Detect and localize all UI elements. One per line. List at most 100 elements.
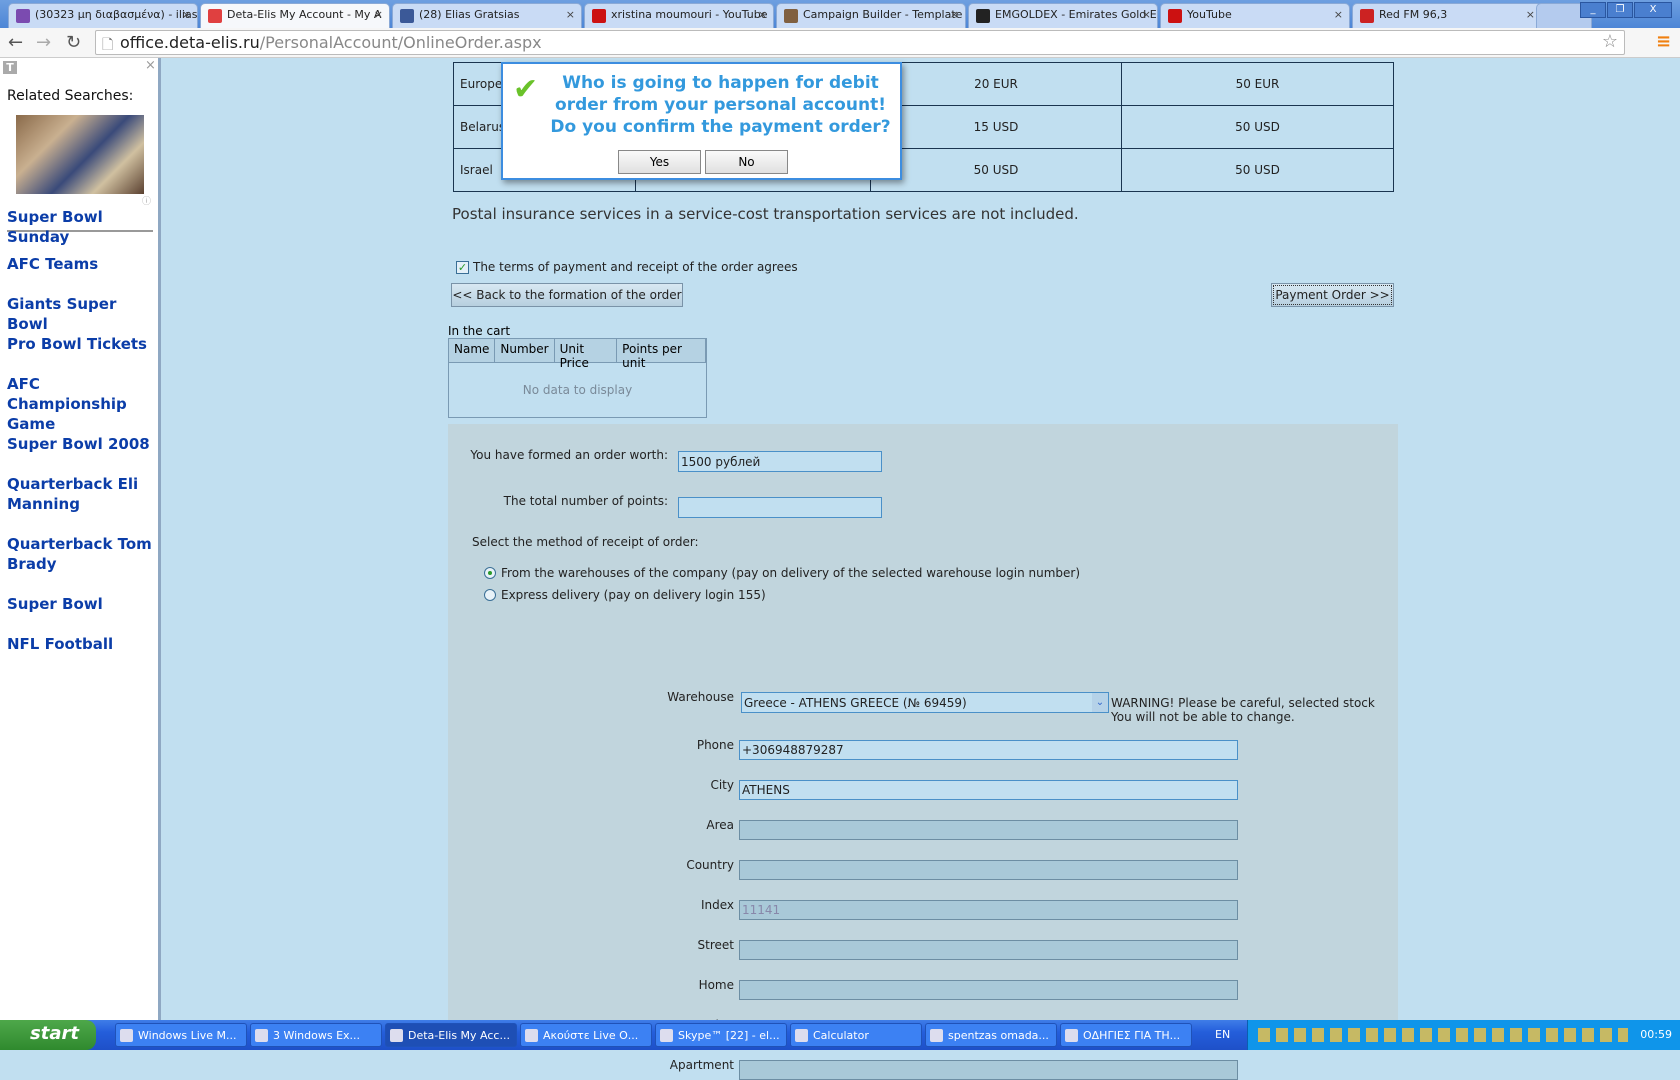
minimize-button[interactable]: _ — [1580, 2, 1606, 18]
field-input-home — [739, 980, 1238, 1000]
taskbar-item[interactable]: Ακούστε Live Ο... — [520, 1023, 652, 1047]
menu-icon[interactable]: ≡ — [1656, 31, 1671, 52]
cart-column-header[interactable]: Unit Price — [555, 339, 618, 370]
restore-button[interactable]: ❐ — [1607, 2, 1633, 18]
tab-5[interactable]: EMGOLDEX - Emirates Gold E × — [968, 3, 1158, 28]
chevron-down-icon[interactable]: ⌄ — [1092, 693, 1108, 712]
tab-title: EMGOLDEX - Emirates Gold E — [995, 8, 1157, 21]
sidebar-link[interactable]: Quarterback Eli Manning — [7, 474, 157, 514]
warehouse-select[interactable]: Greece - ATHENS GREECE (№ 69459) ⌄ — [741, 692, 1109, 713]
taskbar-item[interactable]: Deta-Elis My Acc... — [385, 1023, 517, 1047]
taskbar-app-icon — [660, 1029, 673, 1042]
cart-column-header[interactable]: Number — [495, 339, 555, 362]
tab-close-icon[interactable]: × — [1334, 8, 1343, 21]
tab-close-icon[interactable]: × — [182, 8, 191, 21]
checkmark-icon: ✔ — [513, 72, 539, 107]
cart-column-header[interactable]: Name — [449, 339, 496, 362]
tab-3[interactable]: xristina moumouri - YouTube × — [584, 3, 774, 28]
taskbar-item[interactable]: 3 Windows Ex... — [250, 1023, 382, 1047]
tab-strip: (30323 μη διαβασμένα) - ilias × Deta-Elis … — [0, 0, 1680, 28]
taskbar-item[interactable]: Windows Live M... — [115, 1023, 247, 1047]
taskbar-app-icon — [930, 1029, 943, 1042]
taskbar-item[interactable]: Skype™ [22] - el... — [655, 1023, 787, 1047]
sidebar-heading: Related Searches: — [7, 88, 134, 104]
language-indicator[interactable]: EN — [1215, 1028, 1230, 1041]
sidebar-link[interactable]: AFC Teams — [7, 254, 157, 274]
no-button[interactable]: No — [705, 150, 788, 174]
tab-7[interactable]: Red FM 96,3 × — [1352, 3, 1542, 28]
taskbar-item-label: ΟΔΗΓΙΕΣ ΓΙΑ ΤΗ... — [1083, 1029, 1181, 1042]
field-label-country: Country — [686, 858, 734, 872]
order-worth-label: You have formed an order worth: — [470, 448, 668, 462]
field-input-apartment — [739, 1060, 1238, 1080]
tab-close-icon[interactable]: × — [1526, 8, 1535, 21]
page-icon: 🗋 — [102, 37, 114, 53]
order-worth-input[interactable]: 1500 рублей — [678, 451, 882, 472]
field-input-area — [739, 820, 1238, 840]
tab-close-icon[interactable]: × — [950, 8, 959, 21]
radio-dot — [488, 571, 492, 575]
sidebar-link[interactable]: Super Bowl Sunday — [7, 207, 157, 247]
info-icon[interactable]: ⓘ — [142, 194, 151, 207]
sidebar-link[interactable]: NFL Football — [7, 634, 157, 654]
tab-title: xristina moumouri - YouTube — [611, 8, 768, 21]
tab-2[interactable]: (28) Elias Gratsias × — [392, 3, 582, 28]
field-label-phone: Phone — [696, 738, 734, 752]
taskbar-item[interactable]: ΟΔΗΓΙΕΣ ΓΙΑ ΤΗ... — [1060, 1023, 1192, 1047]
field-label-city: City — [710, 778, 734, 792]
bookmark-star-icon[interactable]: ☆ — [1602, 31, 1618, 52]
forward-icon[interactable]: → — [36, 32, 51, 53]
address-bar[interactable]: 🗋 office.deta-elis.ru/PersonalAccount/On… — [95, 30, 1625, 55]
tab-0[interactable]: (30323 μη διαβασμένα) - ilias × — [8, 3, 198, 28]
tab-close-icon[interactable]: × — [758, 8, 767, 21]
rate-cell: 50 USD — [1121, 105, 1394, 149]
tab-close-icon[interactable]: × — [1142, 8, 1151, 21]
terms-checkbox[interactable]: ✓ — [456, 261, 469, 274]
sidebar-link[interactable]: Pro Bowl Tickets — [7, 334, 157, 354]
back-icon[interactable]: ← — [8, 32, 23, 53]
url-host: office.deta-elis.ru — [120, 33, 260, 52]
field-input-street — [739, 940, 1238, 960]
start-label: start — [30, 1023, 79, 1044]
sidebar-link[interactable]: Super Bowl 2008 — [7, 434, 157, 454]
tab-title: Deta-Elis My Account - My A — [227, 8, 382, 21]
close-sidebar-button[interactable]: × — [145, 58, 156, 73]
tab-1[interactable]: Deta-Elis My Account - My A × — [200, 3, 390, 28]
reload-icon[interactable]: ↻ — [66, 32, 81, 53]
taskbar-item[interactable]: spentzas omada... — [925, 1023, 1057, 1047]
cart-column-header[interactable]: Points per unit — [617, 339, 706, 370]
sidebar-link[interactable]: Giants Super Bowl — [7, 294, 157, 334]
url-path: /PersonalAccount/OnlineOrder.aspx — [259, 33, 542, 52]
tab-close-icon[interactable]: × — [374, 8, 383, 21]
tab-close-icon[interactable]: × — [566, 8, 575, 21]
points-input[interactable] — [678, 497, 882, 518]
emgoldex-icon — [976, 9, 990, 23]
method-label: Select the method of receipt of order: — [472, 535, 699, 549]
sidebar-link[interactable]: AFC Championship Game — [7, 374, 157, 434]
field-input-city[interactable]: ATHENS — [739, 780, 1238, 800]
tray-icons[interactable] — [1258, 1028, 1628, 1042]
deta-elis-icon — [208, 9, 222, 23]
delivery-method-radio[interactable] — [484, 589, 496, 601]
field-label-area: Area — [706, 818, 734, 832]
field-input-phone[interactable]: +306948879287 — [739, 740, 1238, 760]
taskbar-item-label: 3 Windows Ex... — [273, 1029, 361, 1042]
taskbar-item-label: Windows Live M... — [138, 1029, 237, 1042]
tab-4[interactable]: Campaign Builder - Template × — [776, 3, 966, 28]
close-window-button[interactable]: X — [1634, 2, 1672, 18]
postal-notice: Postal insurance services in a service-c… — [452, 205, 1079, 223]
back-to-order-button[interactable]: << Back to the formation of the order — [451, 283, 683, 307]
window-controls: _ ❐ X — [1579, 1, 1672, 18]
delivery-method-radio[interactable] — [484, 567, 496, 579]
field-label-street: Street — [697, 938, 734, 952]
sidebar-link[interactable]: Super Bowl — [7, 594, 157, 614]
rate-cell: 50 USD — [870, 148, 1122, 192]
taskbar-item[interactable]: Calculator — [790, 1023, 922, 1047]
payment-order-button[interactable]: Payment Order >> — [1271, 283, 1394, 307]
sidebar-link[interactable]: Quarterback Tom Brady — [7, 534, 157, 574]
tab-6[interactable]: YouTube × — [1160, 3, 1350, 28]
start-button[interactable]: start — [0, 1020, 96, 1050]
yes-button[interactable]: Yes — [618, 150, 701, 174]
warehouse-value: Greece - ATHENS GREECE (№ 69459) — [744, 696, 967, 710]
related-image[interactable] — [16, 115, 144, 194]
